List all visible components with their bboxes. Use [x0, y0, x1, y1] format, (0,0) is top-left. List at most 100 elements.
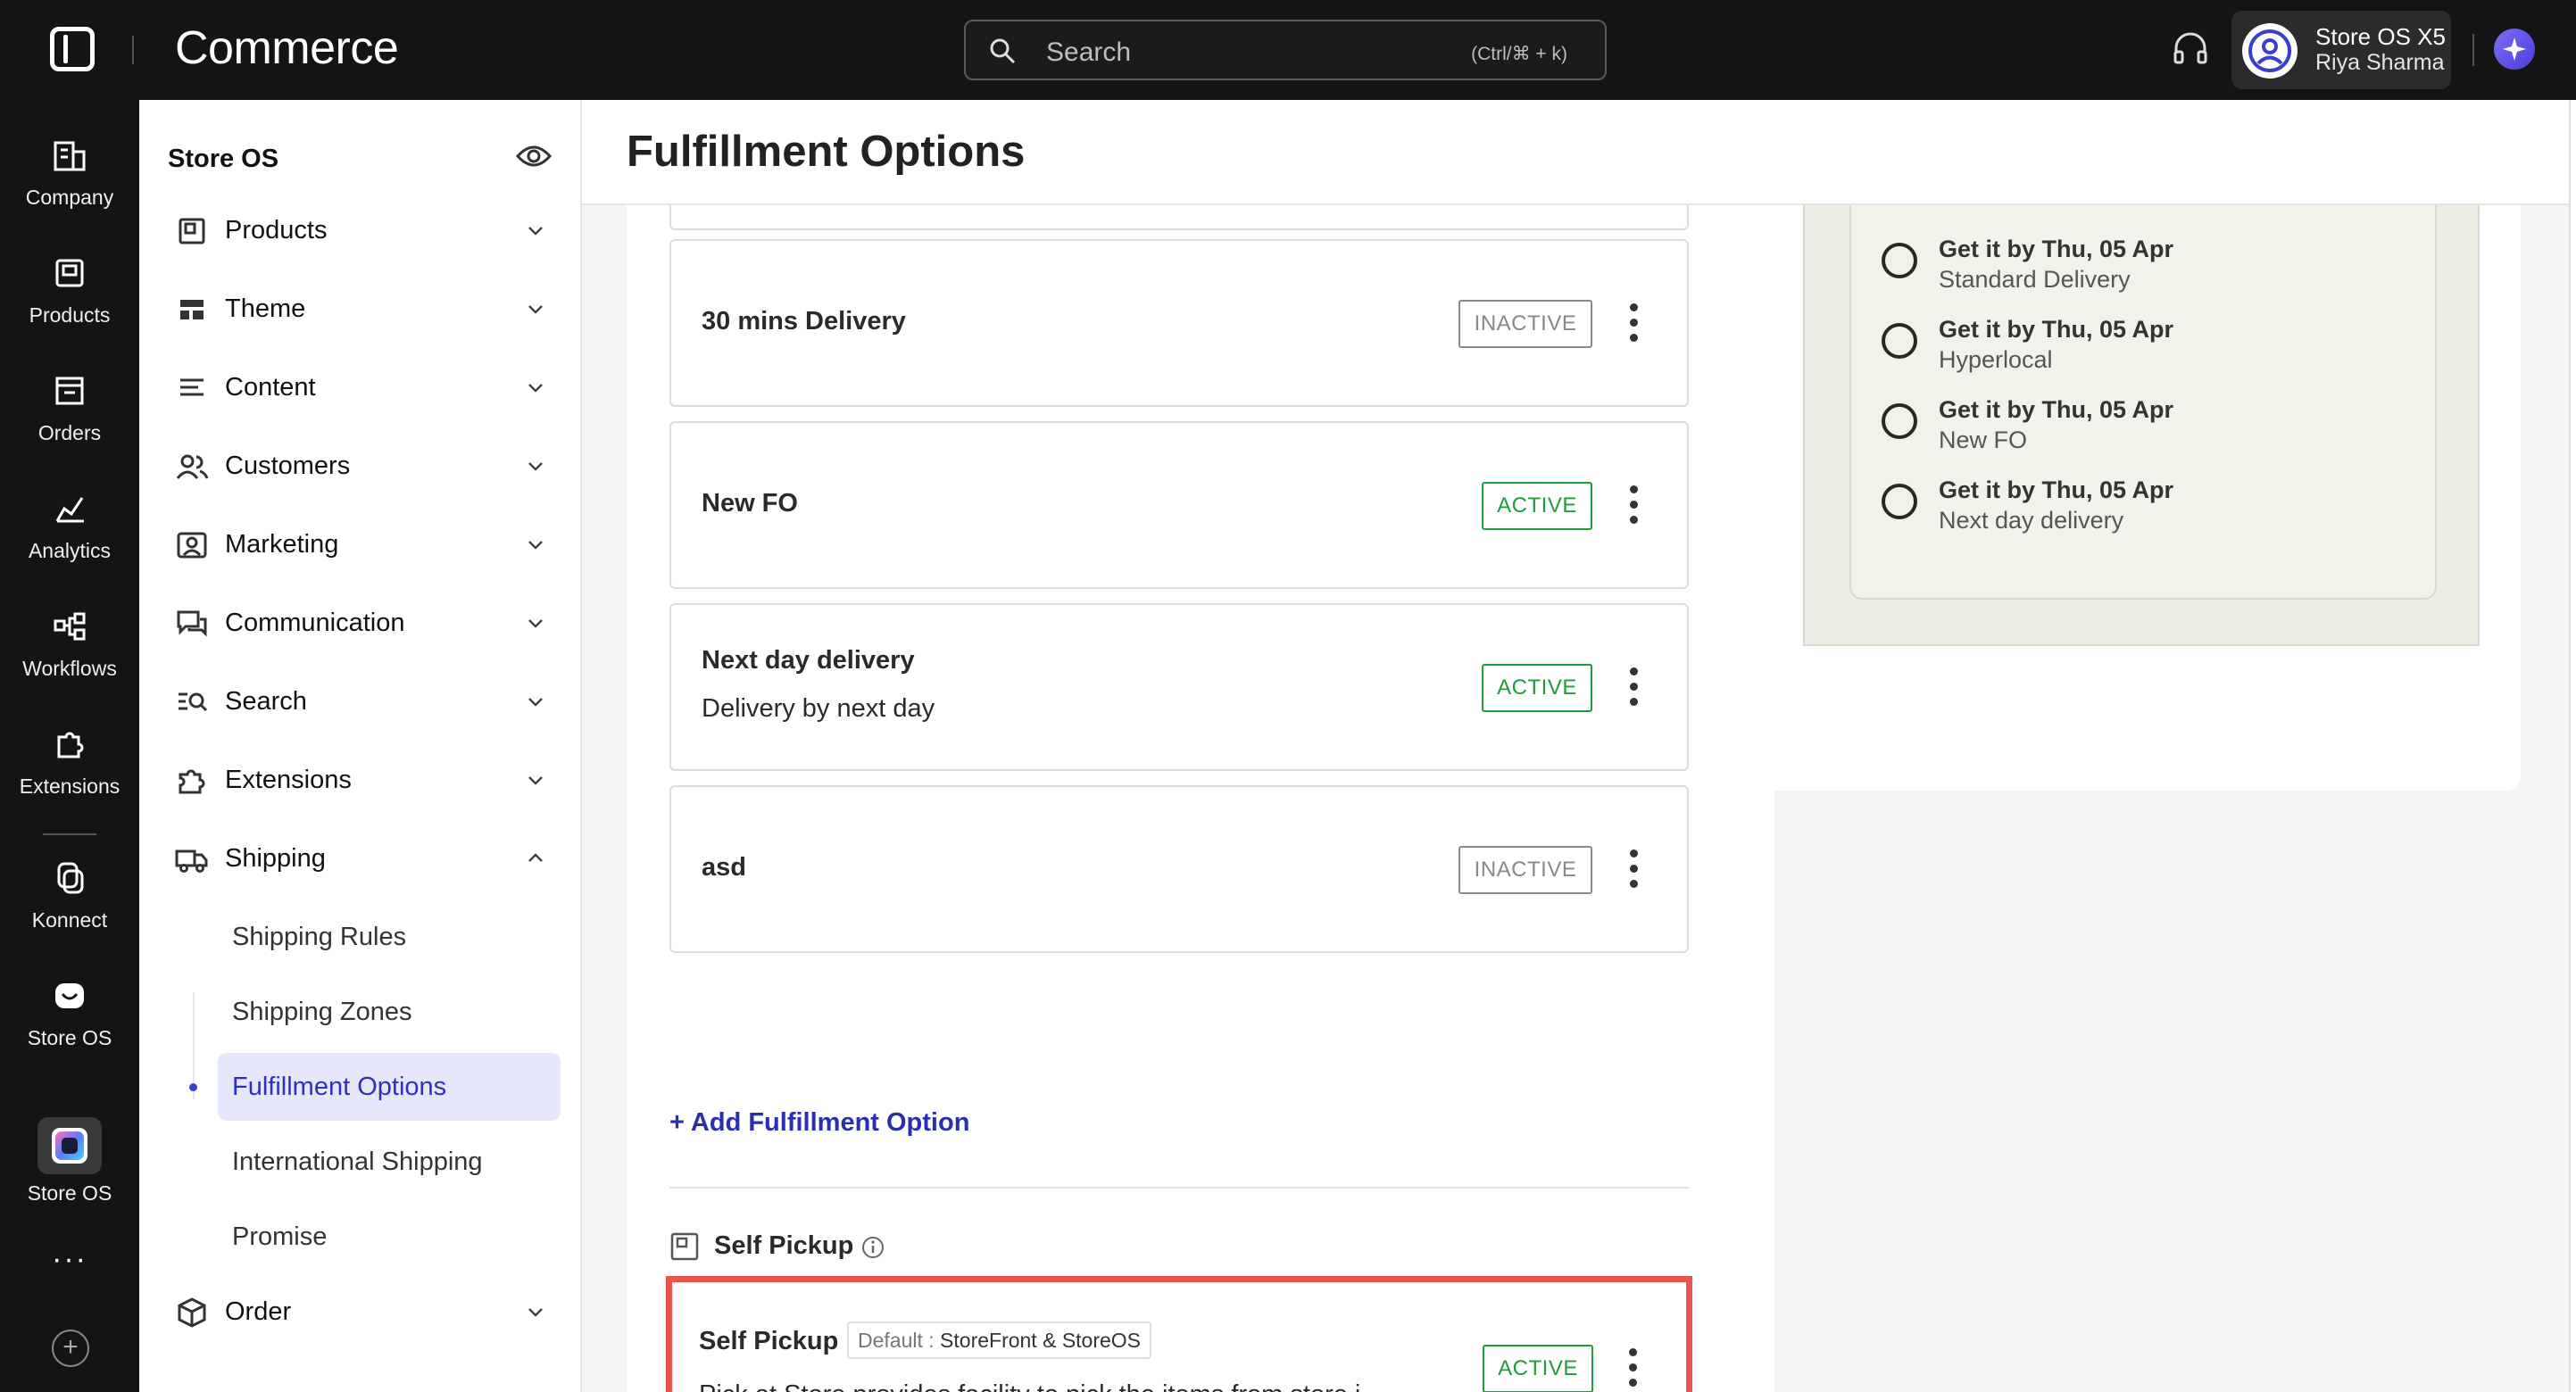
kebab-menu-icon[interactable]	[1626, 667, 1641, 708]
eye-icon[interactable]	[516, 143, 552, 170]
sidebar-sub-shipping-rules[interactable]: Shipping Rules	[232, 923, 406, 952]
rail-item-extensions[interactable]: Extensions	[0, 726, 139, 799]
preview-option[interactable]: Get it by Thu, 05 Apr Hyperlocal	[1882, 316, 2381, 387]
rail-label: Extensions	[19, 775, 120, 798]
search-placeholder: Search	[1046, 37, 1132, 67]
orders-icon	[55, 377, 84, 405]
fulfillment-card[interactable]: 30 mins Delivery INACTIVE	[669, 239, 1689, 407]
rail-item-analytics[interactable]: Analytics	[0, 491, 139, 563]
theme-icon	[180, 300, 204, 319]
status-badge: ACTIVE	[1483, 1345, 1593, 1392]
store-icon	[670, 1232, 699, 1261]
search-input[interactable]: Search (Ctrl/⌘ + k)	[964, 20, 1607, 80]
fulfillment-name: Next day delivery	[702, 646, 915, 675]
content-icon	[180, 378, 204, 396]
sidebar-item-content[interactable]: Content	[175, 362, 550, 416]
info-icon[interactable]	[860, 1235, 885, 1260]
add-app-button[interactable]: +	[52, 1330, 89, 1367]
rail-item-company[interactable]: Company	[0, 137, 139, 210]
truck-icon	[175, 849, 208, 873]
tag-value: StoreFront & StoreOS	[940, 1329, 1142, 1352]
page-header: Fulfillment Options	[582, 100, 2569, 205]
preview-option-subtitle: New FO	[1939, 427, 2028, 453]
delivery-preview-panel: Get it by Thu, 05 Apr Standard Delivery …	[1758, 205, 2521, 791]
sidebar-item-extensions[interactable]: Extensions	[175, 755, 550, 808]
app-logo-icon[interactable]	[50, 27, 95, 71]
sidebar-sub-shipping-zones[interactable]: Shipping Zones	[232, 998, 412, 1027]
kebab-menu-icon[interactable]	[1626, 303, 1641, 344]
radio-button[interactable]	[1882, 484, 1917, 519]
sidebar-item-shipping[interactable]: Shipping	[175, 833, 550, 887]
chevron-down-icon	[528, 698, 543, 707]
kebab-menu-icon[interactable]	[1625, 1348, 1640, 1389]
sidebar-item-label: Fulfillment Options	[232, 1073, 447, 1101]
fulfillment-card[interactable]: asd INACTIVE	[669, 785, 1689, 953]
user-menu[interactable]: Store OS X5 Riya Sharma	[2231, 11, 2451, 89]
rail-divider	[43, 833, 96, 835]
kebab-menu-icon[interactable]	[1626, 485, 1641, 526]
chevron-down-icon	[528, 1308, 543, 1317]
add-fulfillment-option-link[interactable]: + Add Fulfillment Option	[669, 1108, 969, 1138]
puzzle-icon	[179, 769, 205, 794]
sidebar-item-communication[interactable]: Communication	[175, 598, 550, 651]
kebab-menu-icon[interactable]	[1626, 849, 1641, 891]
sidebar-item-label: Content	[225, 373, 316, 402]
preview-option[interactable]: Get it by Thu, 05 Apr Standard Delivery	[1882, 236, 2381, 307]
rail-item-storeos[interactable]: Store OS	[0, 978, 139, 1050]
sidebar-item-label: Extensions	[225, 766, 352, 794]
rail-item-konnect[interactable]: Konnect	[0, 860, 139, 932]
sidebar-item-marketing[interactable]: Marketing	[175, 519, 550, 573]
sidebar-item-order[interactable]: Order	[175, 1287, 550, 1340]
fulfillment-card[interactable]: Next day delivery Delivery by next day A…	[669, 603, 1689, 771]
rail-label: Store OS	[27, 1026, 112, 1049]
radio-button[interactable]	[1882, 403, 1917, 439]
box-icon	[179, 218, 205, 244]
fulfillment-card[interactable]: New FO ACTIVE	[669, 421, 1689, 589]
active-indicator	[189, 1083, 197, 1091]
more-apps-button[interactable]: ···	[0, 1242, 139, 1277]
fulfillment-name: New FO	[702, 489, 798, 518]
preview-options: Get it by Thu, 05 Apr Standard Delivery …	[1849, 205, 2437, 600]
sidebar-item-label: Customers	[225, 452, 351, 480]
rail-item-products[interactable]: Products	[0, 255, 139, 327]
sidebar-item-label: Theme	[225, 294, 306, 323]
chevron-down-icon	[528, 305, 543, 314]
konnect-icon	[57, 862, 84, 894]
sidebar-item-theme[interactable]: Theme	[175, 284, 550, 337]
preview-option[interactable]: Get it by Thu, 05 Apr New FO	[1882, 396, 2381, 468]
puzzle-icon	[57, 732, 84, 758]
sidebar-sub-promise[interactable]: Promise	[232, 1222, 327, 1252]
status-badge: ACTIVE	[1482, 482, 1592, 530]
window-edge	[2569, 100, 2576, 1392]
sidebar-sub-fulfillment-options[interactable]: Fulfillment Options	[218, 1053, 561, 1121]
sidebar-sub-international-shipping[interactable]: International Shipping	[232, 1148, 483, 1177]
fulfillment-name: Self Pickup	[699, 1327, 839, 1355]
chevron-down-icon	[528, 541, 543, 550]
sidebar-item-search[interactable]: Search	[175, 676, 550, 730]
sidebar-item-products[interactable]: Products	[175, 205, 550, 259]
preview-option-title: Get it by Thu, 05 Apr	[1939, 236, 2174, 262]
fulfillment-description: Pick at Store provides facility to pick …	[699, 1380, 1383, 1392]
workflow-icon	[54, 612, 86, 641]
radio-button[interactable]	[1882, 323, 1917, 359]
rail-label: Workflows	[22, 657, 117, 680]
box-icon	[55, 259, 84, 287]
headset-icon[interactable]	[2171, 30, 2210, 70]
rail-item-workflows[interactable]: Workflows	[0, 609, 139, 681]
rail-item-orders[interactable]: Orders	[0, 373, 139, 445]
search-shortcut: (Ctrl/⌘ + k)	[1471, 44, 1567, 64]
ai-sparkle-icon[interactable]	[2494, 29, 2535, 70]
self-pickup-card[interactable]: Self Pickup Default : StoreFront & Store…	[666, 1276, 1692, 1392]
preview-option-title: Get it by Thu, 05 Apr	[1939, 396, 2174, 423]
storeos-icon	[55, 983, 84, 1008]
preview-option[interactable]: Get it by Thu, 05 Apr Next day delivery	[1882, 476, 2381, 548]
radio-button[interactable]	[1882, 243, 1917, 278]
chevron-down-icon	[528, 227, 543, 236]
preview-option-subtitle: Hyperlocal	[1939, 346, 2053, 373]
rail-item-storeos-app[interactable]: Store OS	[0, 1117, 139, 1206]
building-icon	[54, 141, 86, 171]
chevron-down-icon	[528, 384, 543, 393]
fulfillment-description: Delivery by next day	[702, 694, 935, 723]
app-rail: Company Products Orders Analytics Workfl…	[0, 100, 139, 1392]
sidebar-item-customers[interactable]: Customers	[175, 441, 550, 494]
